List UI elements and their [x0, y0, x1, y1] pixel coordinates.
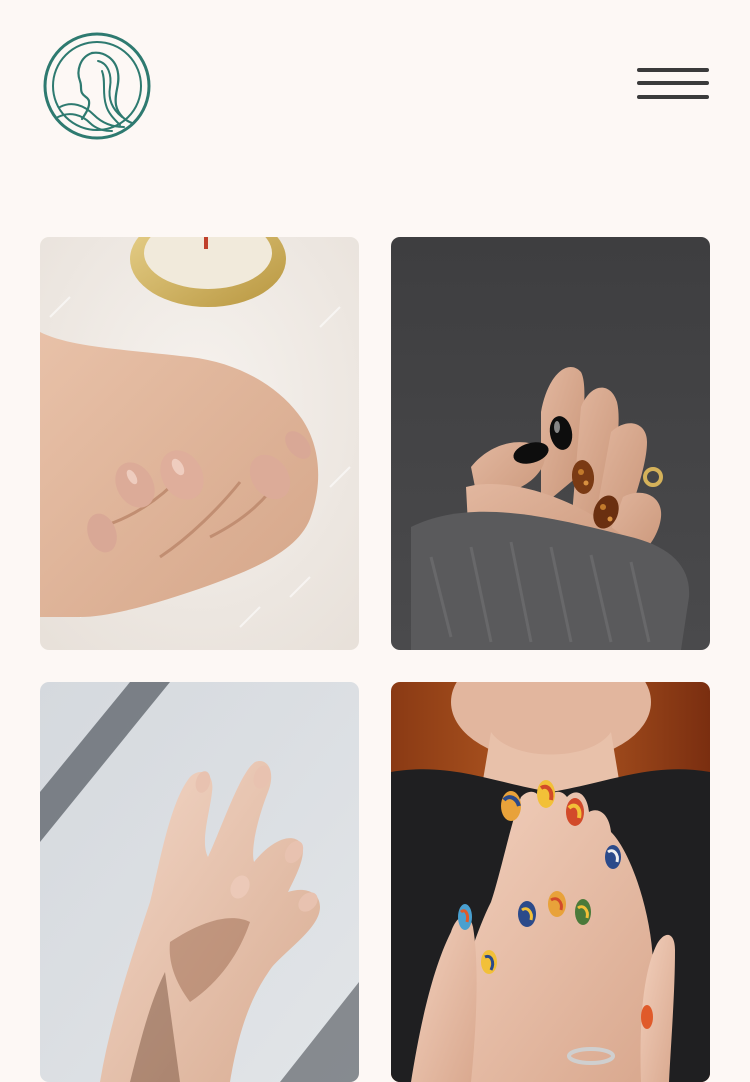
gallery-image-colorful-nail-art[interactable] — [391, 682, 710, 1082]
gallery-image-black-tortoise-nails[interactable] — [391, 237, 710, 650]
menu-line — [637, 68, 709, 72]
gallery-image-natural-nails[interactable] — [40, 682, 359, 1082]
brand-logo-icon[interactable] — [42, 31, 152, 141]
gallery-image-nude-nails[interactable] — [40, 237, 359, 650]
menu-line — [637, 81, 709, 85]
site-header — [0, 0, 750, 180]
hamburger-menu-icon[interactable] — [634, 64, 712, 106]
menu-line — [637, 95, 709, 99]
